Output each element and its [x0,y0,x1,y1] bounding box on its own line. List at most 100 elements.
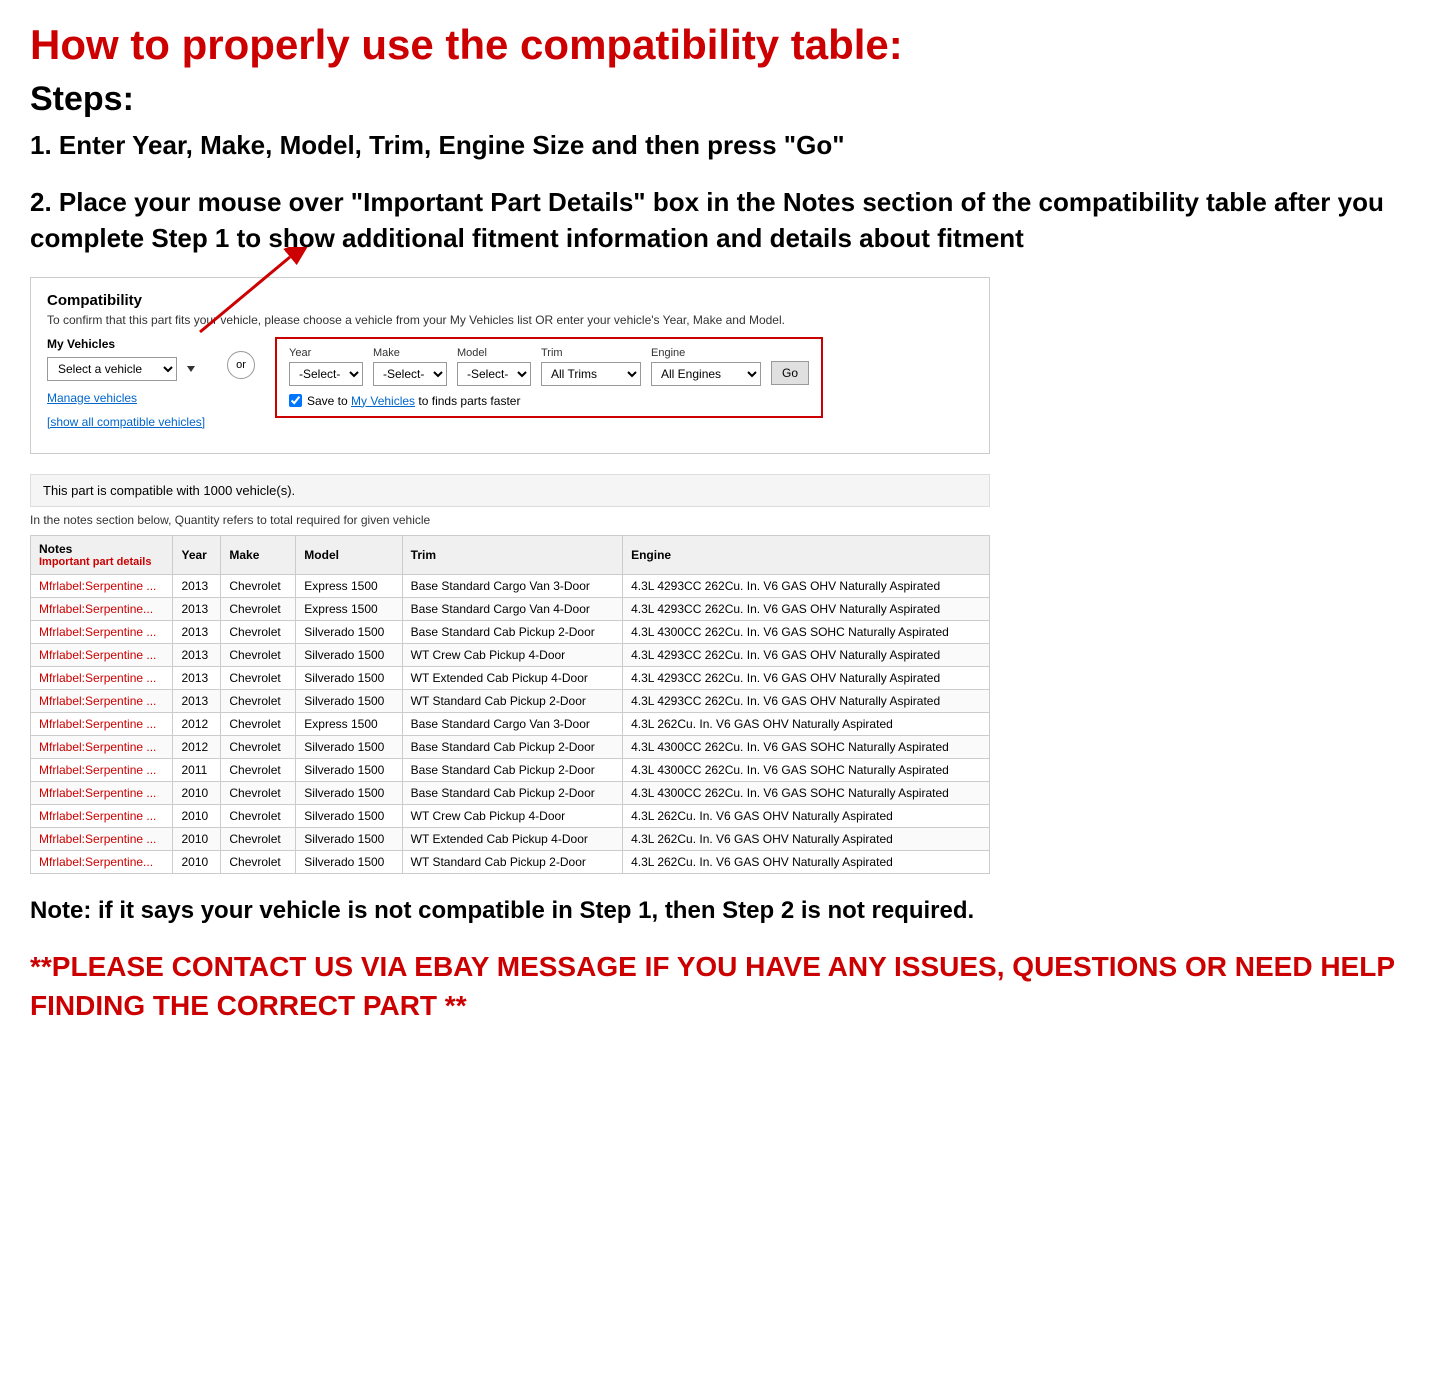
model-cell: Silverado 1500 [296,758,402,781]
make-cell: Chevrolet [221,850,296,873]
ymte-section: Year -Select- Make -Select- Model [275,337,823,418]
engine-header: Engine [623,535,990,574]
important-part-details-label: Important part details [39,556,164,568]
notes-cell: Mfrlabel:Serpentine ... [31,804,173,827]
my-vehicles-link-inline[interactable]: My Vehicles [351,394,415,408]
compat-info-bar: This part is compatible with 1000 vehicl… [30,474,990,507]
year-label: Year [289,347,363,359]
make-field: Make -Select- [373,347,447,386]
trim-select[interactable]: All Trims [541,362,641,386]
notes-cell: Mfrlabel:Serpentine ... [31,758,173,781]
make-cell: Chevrolet [221,689,296,712]
make-cell: Chevrolet [221,712,296,735]
model-cell: Express 1500 [296,574,402,597]
notes-header: Notes Important part details [31,535,173,574]
year-cell: 2012 [173,712,221,735]
year-cell: 2011 [173,758,221,781]
year-cell: 2013 [173,620,221,643]
select-vehicle-row: Select a vehicle [47,357,207,381]
table-row: Mfrlabel:Serpentine ...2012ChevroletSilv… [31,735,990,758]
arrow-section: Compatibility To confirm that this part … [30,277,1415,454]
table-row: Mfrlabel:Serpentine ...2010ChevroletSilv… [31,827,990,850]
my-vehicles-label: My Vehicles [47,337,207,351]
year-cell: 2010 [173,827,221,850]
table-row: Mfrlabel:Serpentine ...2010ChevroletSilv… [31,804,990,827]
notes-cell: Mfrlabel:Serpentine... [31,850,173,873]
make-cell: Chevrolet [221,574,296,597]
table-row: Mfrlabel:Serpentine ...2013ChevroletSilv… [31,689,990,712]
compat-controls-row: My Vehicles Select a vehicle Manage vehi… [47,337,973,429]
model-cell: Silverado 1500 [296,827,402,850]
notes-cell: Mfrlabel:Serpentine ... [31,643,173,666]
model-cell: Silverado 1500 [296,804,402,827]
year-select[interactable]: -Select- [289,362,363,386]
model-cell: Silverado 1500 [296,850,402,873]
table-row: Mfrlabel:Serpentine...2010ChevroletSilve… [31,850,990,873]
table-body: Mfrlabel:Serpentine ...2013ChevroletExpr… [31,574,990,873]
save-checkbox[interactable] [289,394,302,407]
trim-cell: WT Crew Cab Pickup 4-Door [402,804,622,827]
engine-cell: 4.3L 262Cu. In. V6 GAS OHV Naturally Asp… [623,850,990,873]
table-header-row: Notes Important part details Year Make M… [31,535,990,574]
trim-cell: WT Extended Cab Pickup 4-Door [402,827,622,850]
notes-cell: Mfrlabel:Serpentine ... [31,827,173,850]
model-cell: Silverado 1500 [296,735,402,758]
trim-cell: Base Standard Cargo Van 3-Door [402,574,622,597]
year-header: Year [173,535,221,574]
show-all-link[interactable]: [show all compatible vehicles] [47,415,207,429]
trim-cell: WT Standard Cab Pickup 2-Door [402,850,622,873]
make-cell: Chevrolet [221,758,296,781]
engine-cell: 4.3L 4300CC 262Cu. In. V6 GAS SOHC Natur… [623,781,990,804]
model-label: Model [457,347,531,359]
make-label: Make [373,347,447,359]
model-select[interactable]: -Select- [457,362,531,386]
trim-field: Trim All Trims [541,347,641,386]
chevron-down-icon [187,366,195,372]
go-button[interactable]: Go [771,361,809,385]
engine-cell: 4.3L 4300CC 262Cu. In. V6 GAS SOHC Natur… [623,735,990,758]
notes-cell: Mfrlabel:Serpentine ... [31,712,173,735]
year-cell: 2013 [173,643,221,666]
year-field: Year -Select- [289,347,363,386]
make-cell: Chevrolet [221,781,296,804]
make-select[interactable]: -Select- [373,362,447,386]
make-cell: Chevrolet [221,666,296,689]
engine-select[interactable]: All Engines [651,362,761,386]
manage-vehicles-link[interactable]: Manage vehicles [47,391,207,405]
year-cell: 2010 [173,781,221,804]
trim-label: Trim [541,347,641,359]
table-row: Mfrlabel:Serpentine ...2012ChevroletExpr… [31,712,990,735]
trim-header: Trim [402,535,622,574]
notes-cell: Mfrlabel:Serpentine... [31,597,173,620]
trim-cell: Base Standard Cargo Van 4-Door [402,597,622,620]
make-cell: Chevrolet [221,827,296,850]
trim-cell: WT Standard Cab Pickup 2-Door [402,689,622,712]
model-cell: Silverado 1500 [296,666,402,689]
engine-field: Engine All Engines [651,347,761,386]
year-cell: 2013 [173,574,221,597]
select-vehicle-dropdown[interactable]: Select a vehicle [47,357,177,381]
contact-text: **PLEASE CONTACT US VIA EBAY MESSAGE IF … [30,947,1415,1025]
main-title: How to properly use the compatibility ta… [30,20,1415,70]
year-cell: 2013 [173,666,221,689]
trim-cell: Base Standard Cargo Van 3-Door [402,712,622,735]
make-cell: Chevrolet [221,804,296,827]
notes-cell: Mfrlabel:Serpentine ... [31,689,173,712]
table-row: Mfrlabel:Serpentine ...2013ChevroletSilv… [31,643,990,666]
steps-label: Steps: [30,80,1415,119]
year-cell: 2013 [173,689,221,712]
notes-cell: Mfrlabel:Serpentine ... [31,666,173,689]
engine-cell: 4.3L 4293CC 262Cu. In. V6 GAS OHV Natura… [623,689,990,712]
compat-title: Compatibility [47,292,973,309]
table-row: Mfrlabel:Serpentine ...2010ChevroletSilv… [31,781,990,804]
compat-note: In the notes section below, Quantity ref… [30,513,990,527]
year-cell: 2010 [173,804,221,827]
year-cell: 2013 [173,597,221,620]
engine-cell: 4.3L 262Cu. In. V6 GAS OHV Naturally Asp… [623,804,990,827]
table-row: Mfrlabel:Serpentine ...2013ChevroletSilv… [31,666,990,689]
engine-cell: 4.3L 4293CC 262Cu. In. V6 GAS OHV Natura… [623,643,990,666]
notes-cell: Mfrlabel:Serpentine ... [31,781,173,804]
trim-cell: WT Extended Cab Pickup 4-Door [402,666,622,689]
engine-cell: 4.3L 4293CC 262Cu. In. V6 GAS OHV Natura… [623,666,990,689]
year-cell: 2012 [173,735,221,758]
